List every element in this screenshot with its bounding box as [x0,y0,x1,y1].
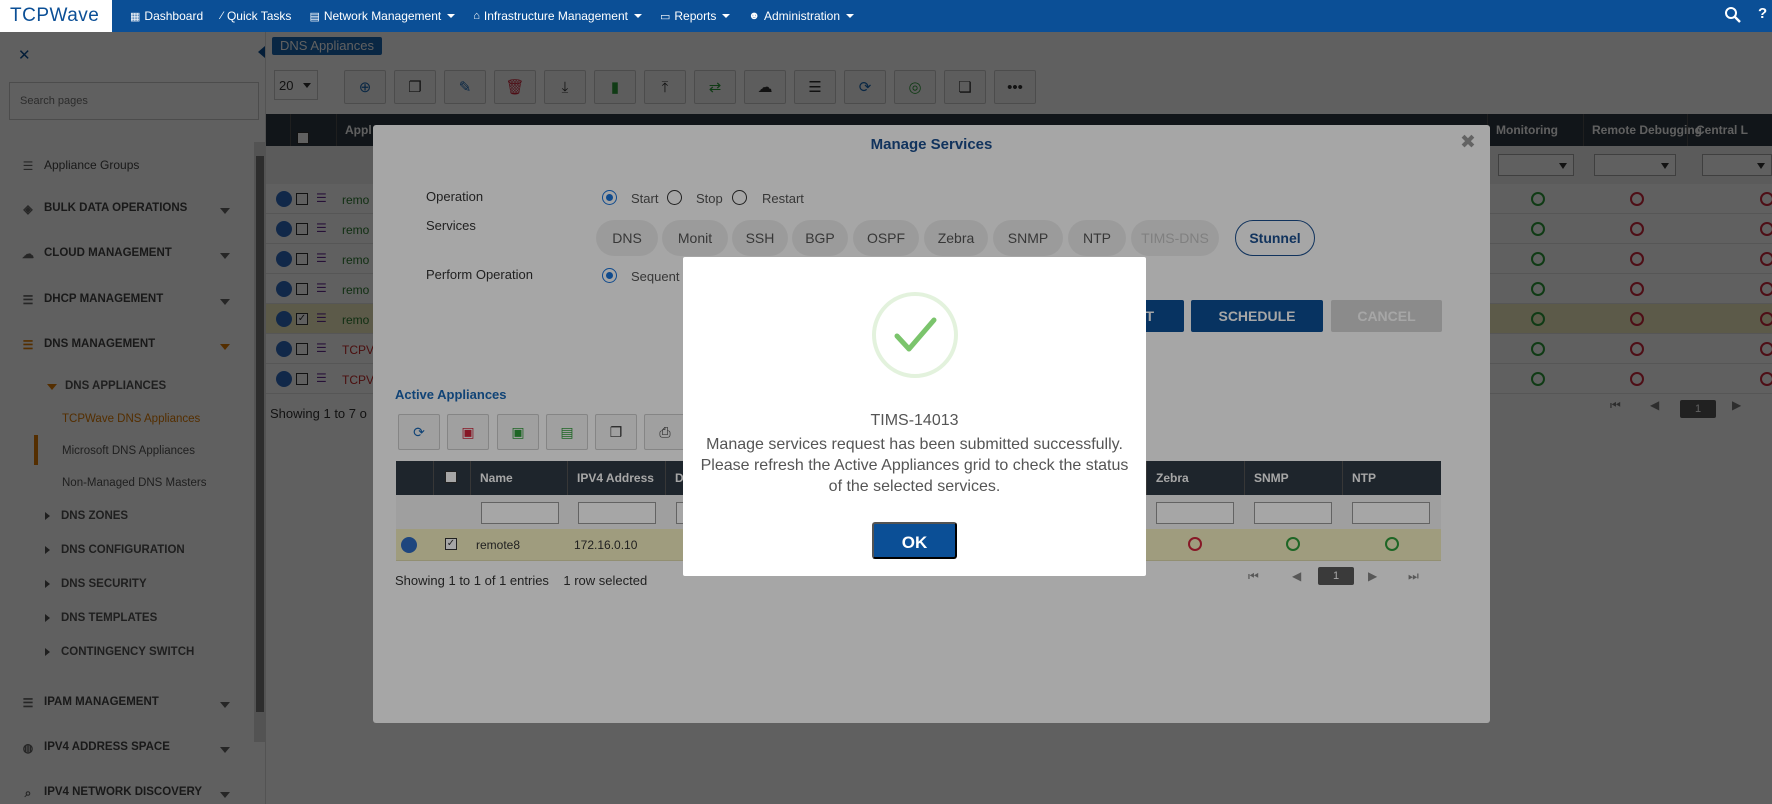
checkmark-icon [894,317,937,352]
success-dialog: TIMS-14013 Manage services request has b… [683,257,1146,576]
nav-quick-tasks[interactable]: ⁄ Quick Tasks [221,9,291,23]
chevron-down-icon [633,14,642,18]
nav-label: Quick Tasks [226,9,292,23]
search-icon[interactable] [1724,6,1742,24]
nav-label: Administration [763,9,841,23]
chevron-down-icon [846,14,855,18]
main-nav: ▦ Dashboard ⁄ Quick Tasks ▤ Network Mana… [130,0,872,32]
users-icon: ☻ [748,10,760,22]
building-icon: ⌂ [473,10,480,22]
nav-label: Dashboard [144,9,204,23]
book-icon: ▭ [659,10,671,23]
top-navbar: TCPWave ▦ Dashboard ⁄ Quick Tasks ▤ Netw… [0,0,1772,32]
ok-button[interactable]: OK [872,522,957,559]
dialog-code: TIMS-14013 [870,412,959,429]
tcpwave-logo[interactable]: TCPWave [0,0,112,32]
nav-reports[interactable]: ▭ Reports [659,9,731,23]
nav-administration[interactable]: ☻ Administration [748,9,855,23]
nav-infrastructure-management[interactable]: ⌂ Infrastructure Management [473,9,642,23]
nav-label: Network Management [323,9,442,23]
network-icon: ▤ [309,10,320,23]
chevron-down-icon [447,14,456,18]
nav-dashboard[interactable]: ▦ Dashboard [130,9,203,23]
dashboard-icon: ▦ [130,10,141,23]
success-check-icon [872,292,958,378]
nav-label: Infrastructure Management [483,9,628,23]
nav-network-management[interactable]: ▤ Network Management [309,9,456,23]
help-icon[interactable]: ? [1758,5,1767,22]
chevron-down-icon [722,14,731,18]
wand-icon: ⁄ [221,10,223,22]
nav-label: Reports [674,9,717,23]
dialog-message: Manage services request has been submitt… [700,436,1129,495]
